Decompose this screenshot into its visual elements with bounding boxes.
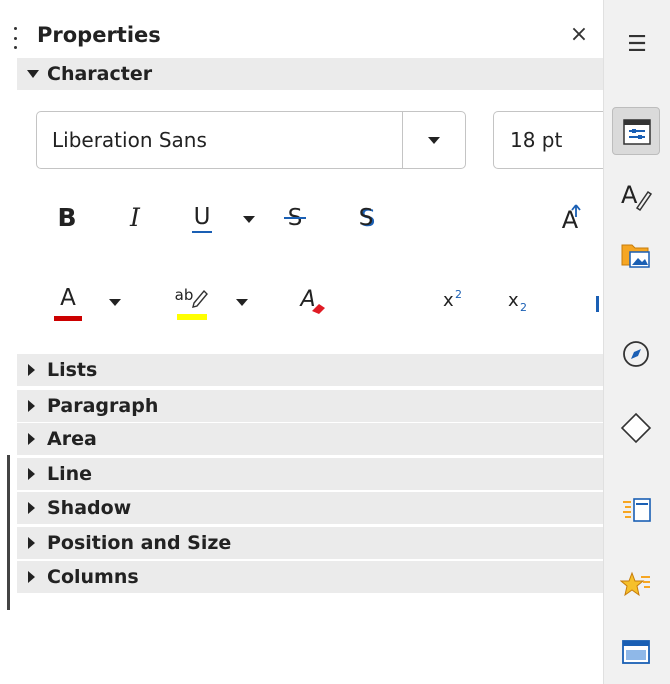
chevron-down-icon [236,299,248,306]
spacing-icon [596,296,599,312]
arrow-up-icon [571,204,581,217]
font-name-dropdown-button[interactable] [403,112,465,168]
highlight-color-button[interactable]: ab [174,280,210,324]
collapsed-triangle-icon [28,537,35,549]
chevron-down-icon [243,216,255,223]
italic-button[interactable]: I [120,198,150,238]
collapsed-triangle-icon [28,468,35,480]
section-label: Paragraph [47,395,159,417]
collapsed-triangle-icon [28,571,35,583]
font-color-button[interactable]: A [50,280,86,324]
superscript-exponent: 2 [455,288,462,301]
font-color-swatch [54,316,82,321]
font-name-combobox[interactable]: Liberation Sans [36,111,466,169]
section-columns-header[interactable]: Columns [17,561,603,593]
tab-slide-transition[interactable] [612,486,660,534]
section-lists-header[interactable]: Lists [17,354,603,386]
underline-dropdown-button[interactable] [238,198,260,238]
highlight-dropdown-button[interactable] [230,280,254,324]
tab-navigator[interactable] [612,330,660,378]
section-line-header[interactable]: Line [17,458,603,490]
master-slides-icon [622,640,650,664]
clear-formatting-button[interactable]: A [296,280,330,324]
tab-properties[interactable] [612,107,660,155]
svg-text:A: A [621,181,638,209]
subscript-button[interactable]: x 2 [502,280,536,324]
eraser-icon [312,304,325,314]
collapsed-triangle-icon [28,400,35,412]
subscript-exponent: 2 [520,301,527,314]
tab-animation[interactable] [612,561,660,609]
chevron-down-icon [428,137,440,144]
section-label: Columns [47,566,139,588]
section-character-header[interactable]: Character [17,58,603,90]
panel-title: Properties [37,23,161,47]
navigator-icon [623,341,649,367]
styles-icon: A [621,181,652,212]
bold-icon: B [57,203,77,232]
section-shadow-header[interactable]: Shadow [17,492,603,524]
superscript-icon: x [443,290,454,311]
expanded-triangle-icon [27,70,39,78]
animation-icon [620,571,650,597]
tab-gallery[interactable] [612,231,660,279]
gallery-icon [621,244,650,268]
collapsed-triangle-icon [28,433,35,445]
collapsed-triangle-icon [28,502,35,514]
properties-panel: Properties × Character Liberation Sans 1… [0,0,623,684]
section-label: Area [47,428,97,450]
properties-icon [623,119,651,145]
section-paragraph-header[interactable]: Paragraph [17,390,603,422]
panel-resize-handle[interactable] [7,455,10,610]
tab-styles[interactable]: A [612,172,660,220]
underline-button[interactable]: U [188,198,216,238]
shapes-icon [620,412,652,444]
marker-pen-icon [192,289,208,308]
subscript-icon: x [508,290,519,311]
section-label: Lists [47,359,98,381]
spacing-button-partial[interactable] [594,292,603,316]
italic-icon: I [130,203,140,232]
chevron-down-icon [109,299,121,306]
shadow-icon: S [358,205,374,231]
tab-shapes[interactable] [612,404,660,452]
section-position-size-header[interactable]: Position and Size [17,527,603,559]
section-area-header[interactable]: Area [17,423,603,455]
bold-button[interactable]: B [50,198,84,238]
drag-grip-icon[interactable] [14,27,18,49]
sidebar-tab-bar: ☰ A [603,0,670,684]
increase-font-size-button[interactable]: A [553,198,587,238]
section-label: Character [47,63,153,85]
section-label: Position and Size [47,532,232,554]
collapsed-triangle-icon [28,364,35,376]
sidebar-menu-button[interactable]: ☰ [622,30,652,60]
highlight-color-swatch [177,314,207,320]
close-button[interactable]: × [566,22,592,48]
section-label: Shadow [47,497,132,519]
underline-bar [192,231,212,233]
slide-transition-icon [623,498,651,522]
font-size-value[interactable]: 18 pt [510,112,562,168]
tab-master-slides[interactable] [612,628,660,676]
superscript-button[interactable]: x 2 [437,280,471,324]
section-label: Line [47,463,93,485]
strikethrough-button[interactable]: S [282,198,308,238]
strike-bar [284,217,306,219]
font-name-value[interactable]: Liberation Sans [52,112,207,168]
shadow-button[interactable]: S S [352,198,380,238]
font-color-dropdown-button[interactable] [103,280,127,324]
